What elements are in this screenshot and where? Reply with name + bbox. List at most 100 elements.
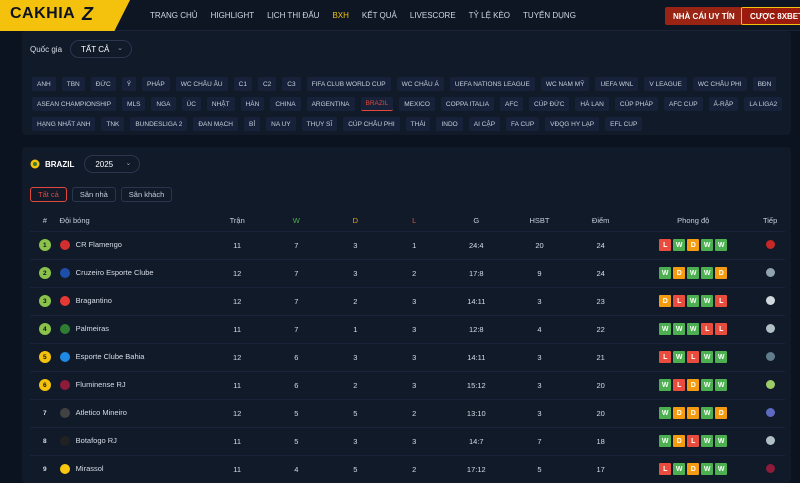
stat-hsbt: 3 bbox=[537, 380, 542, 390]
league-chip[interactable]: BĐN bbox=[752, 77, 777, 91]
stat-l: 3 bbox=[412, 324, 417, 334]
league-chip[interactable]: EFL CUP bbox=[605, 117, 643, 131]
league-chip[interactable]: LA LIGA2 bbox=[744, 97, 783, 111]
team-name[interactable]: Botafogo RJ bbox=[76, 436, 117, 445]
standings-tab[interactable]: Tất cả bbox=[30, 187, 67, 202]
league-chip[interactable]: TBN bbox=[61, 77, 85, 91]
nav-item[interactable]: HIGHLIGHT bbox=[211, 11, 255, 20]
league-chip[interactable]: ASEAN CHAMPIONSHIP bbox=[32, 97, 117, 111]
next-opponent-crest-icon[interactable] bbox=[765, 463, 775, 473]
league-chip[interactable]: Ả-RẬP bbox=[708, 97, 739, 111]
next-opponent-crest-icon[interactable] bbox=[765, 295, 775, 305]
league-chip[interactable]: CÚP ĐỨC bbox=[529, 97, 570, 111]
league-chip[interactable]: CÚP CHÂU PHI bbox=[343, 117, 400, 131]
league-chip[interactable]: ĐỨC bbox=[90, 77, 116, 91]
league-chip[interactable]: THÁI bbox=[405, 117, 431, 131]
next-opponent-crest-icon[interactable] bbox=[765, 435, 775, 445]
league-chip[interactable]: WC CHÂU ÂU bbox=[175, 77, 228, 91]
league-chip[interactable]: ARGENTINA bbox=[306, 97, 355, 111]
team-name[interactable]: CR Flamengo bbox=[76, 240, 122, 249]
league-chip[interactable]: C2 bbox=[257, 77, 277, 91]
team-name[interactable]: Atletico Mineiro bbox=[76, 408, 127, 417]
league-chip[interactable]: UEFA NATIONS LEAGUE bbox=[449, 77, 535, 91]
league-chip[interactable]: COPPA ITALIA bbox=[440, 97, 495, 111]
next-opponent-crest-icon[interactable] bbox=[765, 379, 775, 389]
nav-item[interactable]: KẾT QUẢ bbox=[362, 11, 397, 20]
stat-cell: 11 bbox=[207, 314, 267, 343]
table-row[interactable]: 6 Fluminense RJ 11 6 2 3 15:12 3 20 W L D W W bbox=[30, 370, 785, 399]
table-row[interactable]: 5 Esporte Clube Bahia 12 6 3 3 14:11 3 21 L W L W W bbox=[30, 342, 785, 371]
nav-item[interactable]: TRANG CHỦ bbox=[150, 11, 198, 20]
nha-cai-uy-tin-button[interactable]: NHÀ CÁI UY TÍN bbox=[665, 7, 743, 25]
next-opponent-crest-icon[interactable] bbox=[765, 239, 775, 249]
league-chip[interactable]: V LEAGUE bbox=[644, 77, 687, 91]
league-chip[interactable]: CHINA bbox=[270, 97, 301, 111]
country-select[interactable]: TẤT CẢ ⌄ bbox=[70, 40, 133, 58]
stat-g: 14:11 bbox=[467, 352, 486, 362]
league-chip[interactable]: C1 bbox=[233, 77, 252, 91]
league-chip[interactable]: HÀN bbox=[240, 97, 265, 111]
league-chip[interactable]: WC CHÂU Á bbox=[396, 77, 444, 91]
league-chip[interactable]: ANH bbox=[32, 77, 56, 91]
league-chip[interactable]: HẠNG NHẤT ANH bbox=[32, 117, 96, 131]
league-chip[interactable]: NGA bbox=[151, 97, 176, 111]
league-chip[interactable]: CÚP PHÁP bbox=[614, 97, 658, 111]
table-row[interactable]: 9 Mirassol 11 4 5 2 17:12 5 17 L W D W W bbox=[30, 454, 785, 483]
table-row[interactable]: 3 Bragantino 12 7 2 3 14:11 3 23 D L W W L bbox=[30, 286, 785, 315]
team-name[interactable]: Mirassol bbox=[76, 464, 104, 473]
standings-tab[interactable]: Sân khách bbox=[120, 187, 173, 202]
league-chip[interactable]: ĐAN MẠCH bbox=[193, 117, 238, 131]
site-logo[interactable]: CAKHIA Z bbox=[0, 0, 130, 31]
league-chip[interactable]: AI CẬP bbox=[468, 117, 501, 131]
stat-cell: 3 bbox=[508, 286, 571, 315]
next-opponent-crest-icon[interactable] bbox=[765, 407, 775, 417]
league-chip[interactable]: AFC CUP bbox=[664, 97, 703, 111]
league-chip[interactable]: NA UY bbox=[266, 117, 296, 131]
league-chip[interactable]: AFC bbox=[500, 97, 524, 111]
team-name[interactable]: Cruzeiro Esporte Clube bbox=[76, 268, 154, 277]
table-row[interactable]: 1 CR Flamengo 11 7 3 1 24:4 20 24 L W D W W bbox=[30, 230, 785, 259]
league-chip[interactable]: MLS bbox=[122, 97, 146, 111]
next-opponent-crest-icon[interactable] bbox=[765, 351, 775, 361]
season-select[interactable]: 2025 ⌄ bbox=[84, 155, 141, 173]
team-name[interactable]: Esporte Clube Bahia bbox=[76, 352, 145, 361]
league-chip[interactable]: INDO bbox=[436, 117, 463, 131]
league-chip[interactable]: C3 bbox=[282, 77, 301, 91]
form-result: L bbox=[659, 351, 672, 363]
league-chip[interactable]: BRAZIL bbox=[360, 97, 394, 111]
nav-item[interactable]: TỶ LỆ KÈO bbox=[469, 11, 510, 20]
league-chip[interactable]: FIFA CLUB WORLD CUP bbox=[306, 77, 391, 91]
team-name[interactable]: Bragantino bbox=[76, 296, 112, 305]
table-row[interactable]: 2 Cruzeiro Esporte Clube 12 7 3 2 17:8 9 24 W D W W D bbox=[30, 258, 785, 287]
team-name[interactable]: Fluminense RJ bbox=[76, 380, 126, 389]
team-name[interactable]: Palmeiras bbox=[76, 324, 109, 333]
table-row[interactable]: 7 Atletico Mineiro 12 5 5 2 13:10 3 20 W D D W D bbox=[30, 398, 785, 427]
form-result: L bbox=[701, 323, 714, 335]
table-row[interactable]: 4 Palmeiras 11 7 1 3 12:8 4 22 W W W L L bbox=[30, 314, 785, 343]
table-row[interactable]: 8 Botafogo RJ 11 5 3 3 14:7 7 18 W D L W W bbox=[30, 426, 785, 455]
nav-item[interactable]: LỊCH THI ĐẤU bbox=[267, 11, 319, 20]
nav-item[interactable]: BXH bbox=[332, 11, 348, 20]
team-cell: Bragantino bbox=[59, 286, 208, 315]
next-opponent-crest-icon[interactable] bbox=[765, 323, 775, 333]
league-chip[interactable]: VĐQG HY LẠP bbox=[545, 117, 600, 131]
league-chip[interactable]: THỤY SĨ bbox=[301, 117, 338, 131]
standings-tab[interactable]: Sân nhà bbox=[71, 187, 116, 202]
league-chip[interactable]: BỈ bbox=[243, 117, 261, 131]
league-chip[interactable]: UEFA WNL bbox=[595, 77, 639, 91]
nav-item[interactable]: TUYỂN DỤNG bbox=[523, 11, 576, 20]
league-chip[interactable]: HÀ LAN bbox=[575, 97, 609, 111]
league-chip[interactable]: MEXICO bbox=[399, 97, 435, 111]
next-opponent-crest-icon[interactable] bbox=[765, 267, 775, 277]
league-chip[interactable]: Ý bbox=[121, 77, 137, 91]
league-chip[interactable]: WC CHÂU PHI bbox=[692, 77, 747, 91]
cuoc-8xbet-button[interactable]: CƯỢC 8XBET bbox=[741, 7, 800, 25]
league-chip[interactable]: TNK bbox=[101, 117, 125, 131]
league-chip[interactable]: FA CUP bbox=[506, 117, 540, 131]
league-chip[interactable]: WC NAM MỸ bbox=[540, 77, 590, 91]
league-chip[interactable]: ÚC bbox=[181, 97, 201, 111]
league-chip[interactable]: PHÁP bbox=[142, 77, 170, 91]
nav-item[interactable]: LIVESCORE bbox=[410, 11, 456, 20]
league-chip[interactable]: BUNDESLIGA 2 bbox=[130, 117, 188, 131]
league-chip[interactable]: NHẬT bbox=[206, 97, 235, 111]
